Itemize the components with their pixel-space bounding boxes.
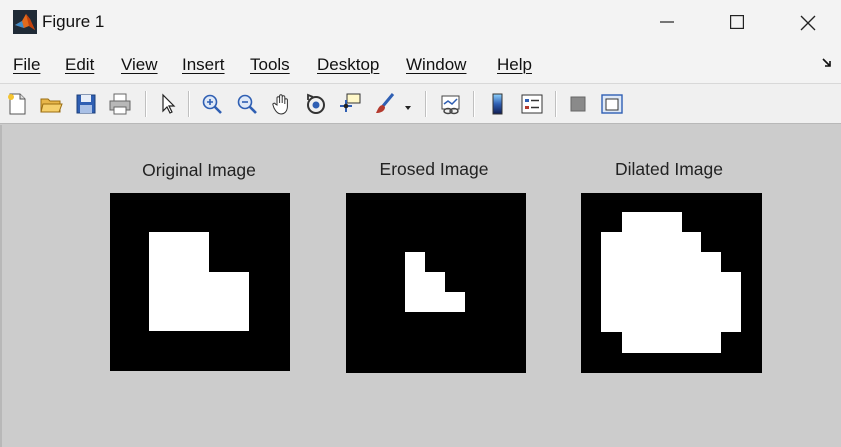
close-button[interactable]: [772, 0, 841, 44]
rotate-3d-icon[interactable]: [302, 90, 330, 118]
axes-original-image[interactable]: [110, 193, 290, 371]
menu-bar: File Edit View Insert Tools Desktop Wind…: [0, 44, 841, 84]
pan-hand-icon[interactable]: [268, 90, 296, 118]
axes-erosed-image[interactable]: [346, 193, 526, 373]
axes-title-original: Original Image: [142, 160, 256, 180]
original-binary-shape: [149, 232, 249, 331]
data-cursor-icon[interactable]: [336, 90, 364, 118]
window-title: Figure 1: [42, 12, 105, 31]
edit-plot-arrow-icon[interactable]: [154, 90, 182, 118]
menu-desktop[interactable]: Desktop: [317, 55, 379, 75]
menu-edit[interactable]: Edit: [65, 55, 94, 75]
axes-title-dilated: Dilated Image: [615, 159, 723, 179]
minimize-button[interactable]: [632, 0, 702, 44]
menu-window[interactable]: Window: [406, 55, 466, 75]
dock-arrow-icon[interactable]: [821, 57, 833, 69]
insert-legend-icon[interactable]: [518, 90, 546, 118]
zoom-in-icon[interactable]: [198, 90, 226, 118]
menu-file[interactable]: File: [13, 55, 40, 75]
axes-dilated-image[interactable]: [581, 193, 762, 373]
print-icon[interactable]: [106, 90, 134, 118]
close-icon: [800, 15, 816, 31]
axes-title-erosed: Erosed Image: [379, 159, 489, 179]
insert-colorbar-icon[interactable]: [484, 90, 512, 118]
dilated-binary-shape: [601, 212, 741, 353]
brush-icon[interactable]: [371, 90, 399, 118]
matlab-logo-icon: [13, 10, 37, 34]
maximize-icon: [730, 15, 744, 29]
menu-help[interactable]: Help: [497, 55, 532, 75]
save-icon[interactable]: [72, 90, 100, 118]
brush-dropdown-icon[interactable]: [400, 90, 416, 118]
menu-insert[interactable]: Insert: [182, 55, 225, 75]
figure-toolbar: [0, 84, 841, 124]
minimize-icon: [660, 21, 674, 23]
new-figure-icon[interactable]: [3, 90, 31, 118]
erosed-binary-shape: [405, 252, 465, 312]
menu-tools[interactable]: Tools: [250, 55, 290, 75]
menu-view[interactable]: View: [121, 55, 158, 75]
title-bar: Figure 1: [0, 0, 841, 44]
link-plot-icon[interactable]: [437, 90, 465, 118]
open-file-icon[interactable]: [37, 90, 65, 118]
zoom-out-icon[interactable]: [233, 90, 261, 118]
show-plot-tools-icon[interactable]: [598, 90, 626, 118]
hide-plot-tools-icon[interactable]: [564, 90, 592, 118]
maximize-button[interactable]: [702, 0, 772, 44]
